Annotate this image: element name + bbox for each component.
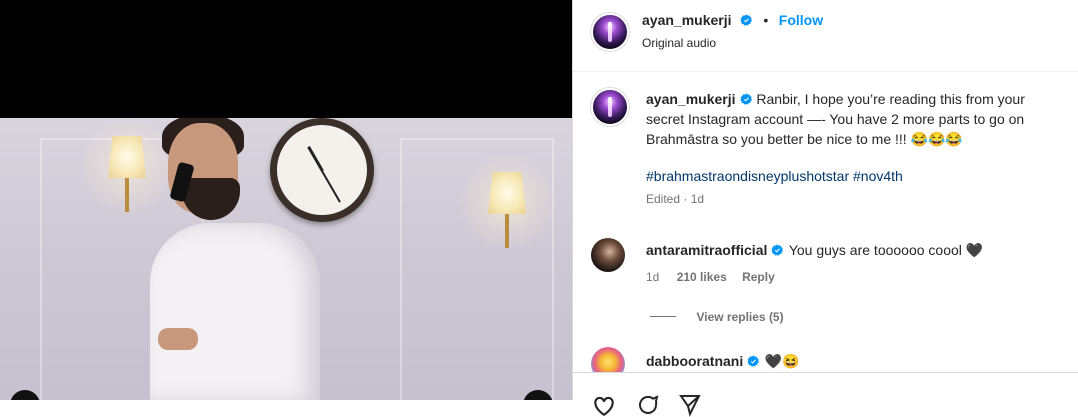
comment-age: 1d — [646, 270, 660, 284]
comment-avatar[interactable] — [591, 238, 625, 272]
comment: dabbooratnani 🖤😆 — [646, 351, 1066, 371]
caption-text-line1: Ranbir, I hope you’re reading this from … — [756, 91, 1025, 107]
verified-badge-icon — [739, 93, 752, 105]
caption-edited-time: Edited · 1d — [646, 192, 705, 206]
author-username[interactable]: ayan_mukerji — [642, 12, 732, 28]
verified-badge-icon — [747, 355, 760, 367]
separator-dot: • — [763, 12, 769, 28]
comment: antaramitraofficial You guys are toooooo… — [646, 240, 1066, 260]
caption-author-avatar[interactable] — [591, 88, 629, 126]
replies-line — [650, 316, 676, 318]
post-media[interactable] — [0, 0, 572, 400]
comment-author-username[interactable]: antaramitraofficial — [646, 242, 767, 258]
comment-text: 🖤😆 — [764, 353, 800, 369]
post-details-panel: ayan_mukerji • Follow Original audio aya… — [572, 0, 1078, 417]
verified-badge-icon — [771, 244, 784, 256]
caption-text-line3: Brahmāstra so you better be nice to me !… — [646, 131, 963, 147]
comment-text: You guys are toooooo coool 🖤 — [788, 242, 984, 258]
person — [140, 118, 330, 400]
verified-badge-icon — [740, 14, 752, 26]
action-bar — [573, 372, 1078, 417]
comment-icon[interactable] — [635, 393, 661, 417]
video-frame[interactable] — [0, 118, 572, 400]
caption: ayan_mukerji Ranbir, I hope you’re readi… — [646, 89, 1066, 206]
comment-likes[interactable]: 210 likes — [677, 270, 727, 284]
post-header: ayan_mukerji • Follow Original audio — [573, 0, 1078, 72]
audio-label[interactable]: Original audio — [642, 36, 716, 50]
comment-meta: 1d 210 likes Reply — [646, 270, 775, 284]
like-icon[interactable] — [591, 393, 617, 417]
follow-button[interactable]: Follow — [779, 12, 823, 28]
author-avatar[interactable] — [591, 13, 629, 51]
comment-author-username[interactable]: dabbooratnani — [646, 353, 743, 369]
caption-author-username[interactable]: ayan_mukerji — [646, 91, 736, 107]
view-replies-label[interactable]: View replies (5) — [696, 310, 783, 324]
share-icon[interactable] — [677, 393, 703, 417]
caption-text-line2: secret Instagram account —- You have 2 m… — [646, 111, 1025, 127]
author-line: ayan_mukerji • Follow — [642, 12, 823, 30]
reply-button[interactable]: Reply — [742, 270, 775, 284]
view-replies[interactable]: View replies (5) — [650, 308, 784, 326]
caption-hashtags[interactable]: #brahmastraondisneyplushotstar #nov4th — [646, 168, 1066, 184]
